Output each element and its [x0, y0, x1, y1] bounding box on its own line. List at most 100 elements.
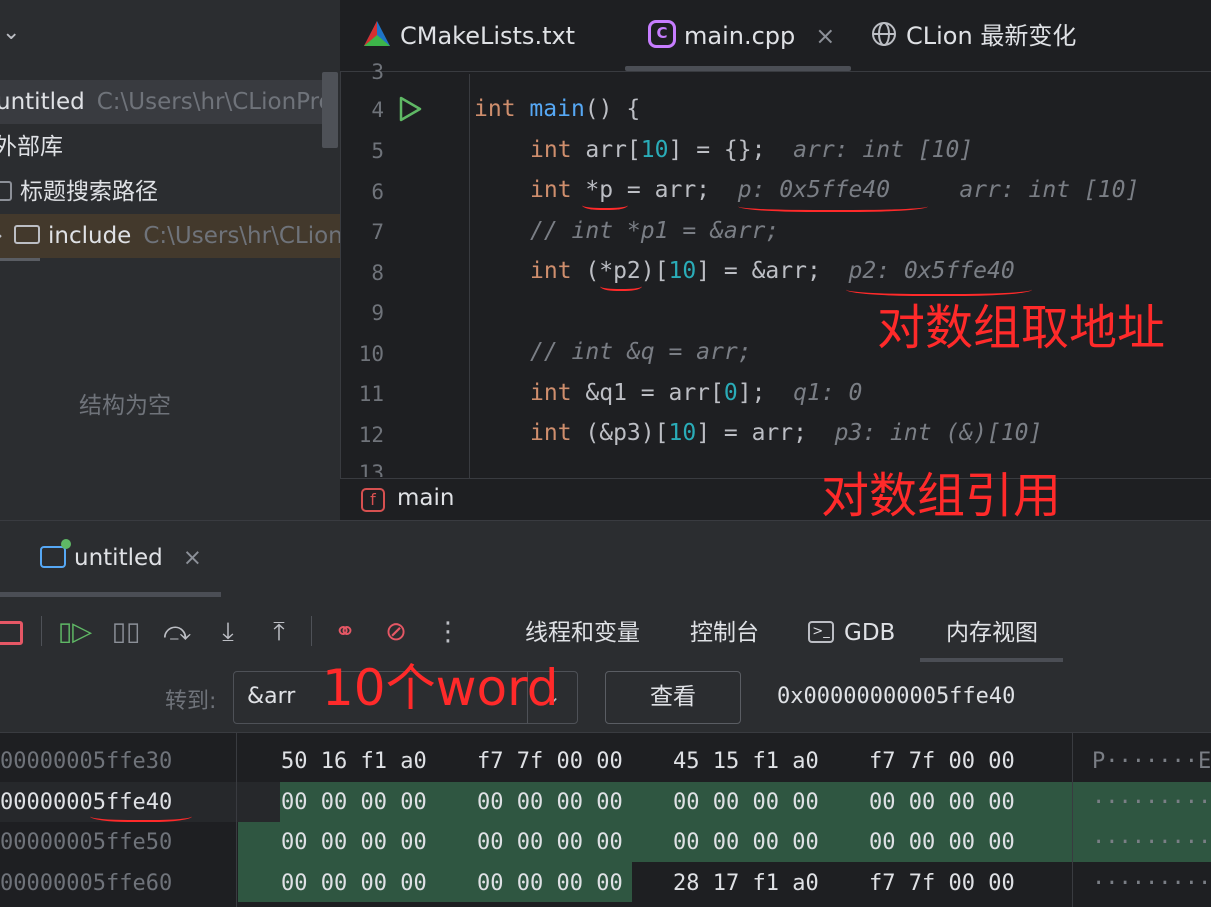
annotation-underline [846, 280, 1032, 296]
inlay-hint: arr: int [10] [959, 177, 1140, 203]
line-number: 5 [371, 139, 384, 163]
inlay-hint: q1: 0 [793, 380, 863, 406]
close-icon[interactable]: × [183, 545, 202, 571]
collapse-chevron-icon[interactable]: ⌄ [2, 20, 20, 45]
view-button[interactable]: 查看 [605, 671, 741, 724]
line-number: 13 [358, 461, 384, 477]
memory-word[interactable]: 50 16 f1 a0 [281, 749, 427, 774]
step-out-icon[interactable]: ⤒ [261, 612, 297, 652]
toolbar-divider [311, 616, 312, 646]
current-address: 0x00000000005ffe40 [777, 684, 1016, 709]
tab-gdb[interactable]: >_ GDB [808, 608, 895, 658]
code-line-11: int &q1 = arr[0]; q1: 0 [530, 380, 863, 406]
tab-main-cpp[interactable]: Cmain.cpp × [648, 0, 835, 72]
tab-threads-variables[interactable]: 线程和变量 [525, 608, 640, 658]
header-paths-label: 标题搜索路径 [20, 179, 158, 205]
stop-icon[interactable] [0, 612, 28, 652]
globe-icon [872, 22, 896, 46]
inlay-hint: arr: int [10] [793, 137, 974, 163]
terminal-icon: >_ [808, 620, 834, 643]
memory-word[interactable]: 00 00 00 00 [281, 871, 427, 896]
tree-item-header-paths[interactable]: 标题搜索路径 [0, 170, 330, 214]
memory-ascii: ········· [1092, 830, 1211, 855]
memory-word[interactable]: 00 00 00 00 [281, 790, 427, 815]
memory-word[interactable]: f7 7f 00 00 [869, 871, 1015, 896]
active-view-tab-indicator [920, 658, 1063, 662]
memory-word[interactable]: f7 7f 00 00 [869, 749, 1015, 774]
memory-word[interactable]: 00 00 00 00 [869, 830, 1015, 855]
memory-word[interactable]: 00 00 00 00 [477, 871, 623, 896]
tab-console[interactable]: 控制台 [690, 608, 759, 658]
memory-word[interactable]: 00 00 00 00 [477, 830, 623, 855]
tab-clion-whatsnew-label: CLion 最新变化 [906, 22, 1077, 50]
memory-word[interactable]: 00 00 00 00 [477, 790, 623, 815]
library-icon [0, 180, 12, 201]
active-debug-tab-indicator [0, 592, 221, 597]
step-into-icon[interactable]: ⤓ [210, 612, 246, 652]
expand-chevron-icon: › [0, 214, 14, 258]
code-line-10: // int &q = arr; [530, 339, 752, 365]
memory-word[interactable]: 00 00 00 00 [281, 830, 427, 855]
line-number: 7 [371, 220, 384, 244]
memory-word[interactable]: 00 00 00 00 [673, 790, 819, 815]
tree-item-external-libs[interactable]: 外部库 [0, 125, 334, 169]
include-path: C:\Users\hr\CLion [143, 223, 340, 249]
line-number: 9 [371, 301, 384, 325]
breadcrumb-function[interactable]: main [397, 485, 454, 511]
line-number: 10 [358, 342, 384, 366]
memory-word[interactable]: 28 17 f1 a0 [673, 871, 819, 896]
step-over-icon[interactable]: ⤼ [159, 612, 195, 652]
tab-debug-session[interactable]: untitled × [40, 538, 202, 577]
resume-icon[interactable]: ▯▷ [57, 612, 93, 652]
memory-ascii: ·········( [1092, 871, 1211, 896]
memory-address: 00000005ffe30 [0, 749, 173, 774]
project-root-label: untitled [0, 89, 85, 115]
view-breakpoints-icon[interactable]: ⚭ [327, 612, 363, 652]
code-line-12: int (&p3)[10] = arr; p3: int (&)[10] [530, 420, 1043, 446]
line-number: 4 [371, 98, 384, 122]
tab-cmakelists-label: CMakeLists.txt [400, 22, 576, 50]
tab-clion-whatsnew[interactable]: CLion 最新变化 [870, 0, 1076, 72]
annotation-ten-words: 10个word [322, 659, 559, 717]
debug-session-icon [40, 538, 71, 568]
memory-address: 00000005ffe50 [0, 830, 173, 855]
tree-item-include[interactable]: › include C:\Users\hr\CLion [0, 214, 340, 258]
memory-word[interactable]: 45 15 f1 a0 [673, 749, 819, 774]
editor-tab-bar: CMakeLists.txt Cmain.cpp × CLion 最新变化 [340, 0, 1211, 72]
breadcrumb: f main [340, 478, 1211, 520]
tab-main-cpp-label: main.cpp [684, 22, 796, 50]
line-number: 6 [371, 180, 384, 204]
structure-empty-label: 结构为空 [79, 393, 171, 419]
debug-session-label: untitled [74, 545, 163, 571]
memory-word[interactable]: 00 00 00 00 [869, 790, 1015, 815]
code-line-4: int main() { [474, 96, 641, 122]
tree-item-project-root[interactable]: untitled C:\Users\hr\CLionPro [0, 80, 336, 124]
line-number: 11 [358, 382, 384, 406]
address-column-separator [236, 732, 237, 907]
toolbar-divider [41, 616, 42, 646]
memory-word[interactable]: 00 00 00 00 [673, 830, 819, 855]
project-panel: ⌄ untitled C:\Users\hr\CLionPro 外部库 标题搜索路… [0, 0, 340, 520]
folder-icon [14, 225, 40, 244]
gutter-separator [469, 74, 470, 478]
pause-icon[interactable]: ▯▯ [108, 612, 144, 652]
h-scrollbar[interactable] [0, 258, 40, 261]
more-options-icon[interactable]: ⋮ [430, 612, 466, 652]
memory-word[interactable]: f7 7f 00 00 [477, 749, 623, 774]
cpp-file-icon: C [648, 20, 676, 48]
run-gutter-icon[interactable] [397, 96, 423, 122]
goto-label: 转到: [165, 689, 217, 714]
tab-gdb-label: GDB [844, 620, 896, 646]
project-scrollbar[interactable] [322, 72, 338, 148]
mute-breakpoints-icon[interactable]: ⊘ [378, 612, 414, 652]
code-line-5: int arr[10] = {}; arr: int [10] [530, 137, 974, 163]
line-number: 12 [358, 423, 384, 447]
tab-memory-view[interactable]: 内存视图 [946, 608, 1038, 658]
line-number: 8 [371, 261, 384, 285]
annotation-underline [90, 808, 192, 822]
annotation-underline [600, 279, 642, 291]
tab-cmakelists[interactable]: CMakeLists.txt [362, 0, 575, 72]
close-icon[interactable]: × [815, 22, 835, 50]
annotation-array-address: 对数组取地址 [877, 300, 1166, 356]
memory-ascii: P·······E [1092, 749, 1211, 774]
